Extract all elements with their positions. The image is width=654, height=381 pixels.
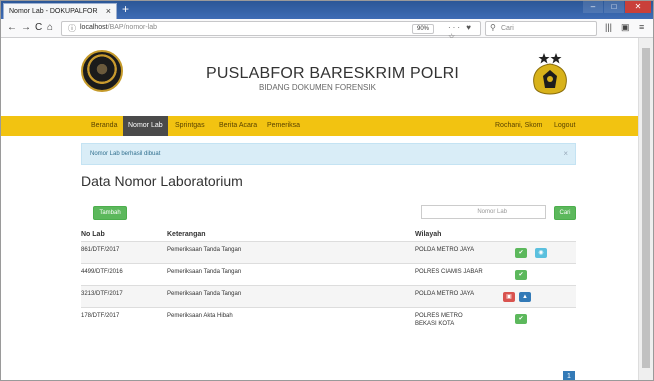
cell-no-lab: 178/DTF/2017 bbox=[81, 313, 120, 319]
menu-item-sprintgas[interactable]: Sprintgas bbox=[175, 116, 205, 136]
check-icon[interactable]: ✔ bbox=[515, 248, 527, 258]
home-icon[interactable]: ⌂ bbox=[47, 21, 53, 35]
menu-item-nomor-lab[interactable]: Nomor Lab bbox=[123, 116, 168, 136]
cell-wilayah: POLRES CIAMIS JABAR bbox=[415, 269, 483, 275]
cell-no-lab: 4499/DTF/2016 bbox=[81, 269, 123, 275]
search-button[interactable]: Cari bbox=[554, 206, 576, 220]
menu-item-beranda[interactable]: Beranda bbox=[91, 116, 117, 136]
maximize-icon[interactable]: □ bbox=[604, 1, 624, 13]
back-icon[interactable]: ← bbox=[7, 21, 17, 35]
browser-window: Nomor Lab - DOKUPALFOR × + – □ ✕ ← → C ⌂… bbox=[0, 0, 654, 381]
cell-keterangan: Pemeriksaan Tanda Tangan bbox=[167, 247, 242, 253]
cell-wilayah: POLDA METRO JAYA bbox=[415, 291, 475, 297]
check-icon[interactable]: ✔ bbox=[515, 314, 527, 324]
search-icon: ⚲ bbox=[490, 23, 496, 32]
table-row: 178/DTF/2017 Pemeriksaan Akta Hibah POLR… bbox=[81, 307, 576, 335]
browser-toolbar: ← → C ⌂ ⓘ localhost/BAP/nomor-lab 90% ··… bbox=[1, 19, 653, 41]
success-alert: Nomor Lab berhasil dibuat × bbox=[81, 143, 576, 165]
add-button[interactable]: Tambah bbox=[93, 206, 127, 220]
menu-item-berita-acara[interactable]: Berita Acara bbox=[219, 116, 257, 136]
user-name[interactable]: Rochani, Skom bbox=[495, 116, 542, 136]
alert-message: Nomor Lab berhasil dibuat bbox=[90, 151, 161, 157]
table-row: 4499/DTF/2016 Pemeriksaan Tanda Tangan P… bbox=[81, 263, 576, 285]
minimize-icon[interactable]: – bbox=[583, 1, 603, 13]
cell-keterangan: Pemeriksaan Tanda Tangan bbox=[167, 291, 242, 297]
browser-tab[interactable]: Nomor Lab - DOKUPALFOR × bbox=[3, 3, 117, 19]
site-subtitle: BIDANG DOKUMEN FORENSIK bbox=[259, 83, 376, 92]
reload-icon[interactable]: C bbox=[35, 21, 42, 35]
puslabfor-logo bbox=[81, 50, 123, 92]
window-controls: – □ ✕ bbox=[582, 1, 651, 13]
tab-title: Nomor Lab - DOKUPALFOR bbox=[9, 8, 98, 15]
address-bar[interactable]: ⓘ localhost/BAP/nomor-lab 90% ··· ♥ ☆ bbox=[61, 21, 481, 41]
tab-strip: Nomor Lab - DOKUPALFOR × + – □ ✕ bbox=[1, 1, 653, 19]
site-header: PUSLABFOR BARESKRIM POLRI BIDANG DOKUMEN… bbox=[1, 38, 653, 116]
table-row: 861/DTF/2017 Pemeriksaan Tanda Tangan PO… bbox=[81, 241, 576, 263]
library-icon[interactable]: ||| bbox=[605, 22, 612, 32]
column-header-no-lab: No Lab bbox=[81, 231, 105, 238]
edit-icon[interactable]: ▲ bbox=[519, 292, 531, 302]
browser-search-placeholder: Cari bbox=[501, 25, 514, 32]
column-header-wilayah: Wilayah bbox=[415, 231, 442, 238]
main-menu: Beranda Nomor Lab Sprintgas Berita Acara… bbox=[1, 116, 653, 136]
logout-link[interactable]: Logout bbox=[554, 116, 575, 136]
polri-emblem bbox=[533, 53, 567, 95]
forward-icon[interactable]: → bbox=[21, 21, 31, 35]
new-tab-icon[interactable]: + bbox=[122, 1, 129, 17]
cell-no-lab: 3213/DTF/2017 bbox=[81, 291, 123, 297]
url-text: localhost/BAP/nomor-lab bbox=[80, 24, 158, 31]
check-icon[interactable]: ✔ bbox=[515, 270, 527, 280]
cell-no-lab: 861/DTF/2017 bbox=[81, 247, 120, 253]
cell-wilayah: POLRES METRO bbox=[415, 313, 463, 319]
menu-icon[interactable]: ≡ bbox=[639, 22, 644, 32]
view-icon[interactable]: ◉ bbox=[535, 248, 547, 258]
pagination-page-1[interactable]: 1 bbox=[563, 371, 575, 380]
cell-keterangan: Pemeriksaan Tanda Tangan bbox=[167, 269, 242, 275]
cell-wilayah: POLDA METRO JAYA bbox=[415, 247, 475, 253]
scrollbar-thumb[interactable] bbox=[642, 48, 650, 368]
alert-close-icon[interactable]: × bbox=[563, 149, 568, 158]
window-close-icon[interactable]: ✕ bbox=[625, 1, 651, 13]
page-title: Data Nomor Laboratorium bbox=[81, 173, 243, 189]
cell-keterangan: Pemeriksaan Akta Hibah bbox=[167, 313, 233, 319]
sidebar-icon[interactable]: ▣ bbox=[621, 22, 630, 33]
menu-item-pemeriksa[interactable]: Pemeriksa bbox=[267, 116, 300, 136]
vertical-scrollbar[interactable] bbox=[638, 38, 653, 380]
browser-search[interactable]: ⚲ Cari bbox=[485, 21, 597, 36]
search-input[interactable]: Nomor Lab bbox=[421, 205, 546, 219]
cell-wilayah-line2: BEKASI KOTA bbox=[415, 321, 455, 327]
main-content: Nomor Lab berhasil dibuat × Data Nomor L… bbox=[1, 136, 638, 380]
table-row: 3213/DTF/2017 Pemeriksaan Tanda Tangan P… bbox=[81, 285, 576, 307]
column-header-keterangan: Keterangan bbox=[167, 231, 206, 238]
zoom-level[interactable]: 90% bbox=[412, 24, 434, 34]
info-icon[interactable]: ⓘ bbox=[68, 23, 76, 34]
close-tab-icon[interactable]: × bbox=[106, 6, 111, 16]
site-title: PUSLABFOR BARESKRIM POLRI bbox=[206, 65, 460, 82]
delete-icon[interactable]: ▣ bbox=[503, 292, 515, 302]
